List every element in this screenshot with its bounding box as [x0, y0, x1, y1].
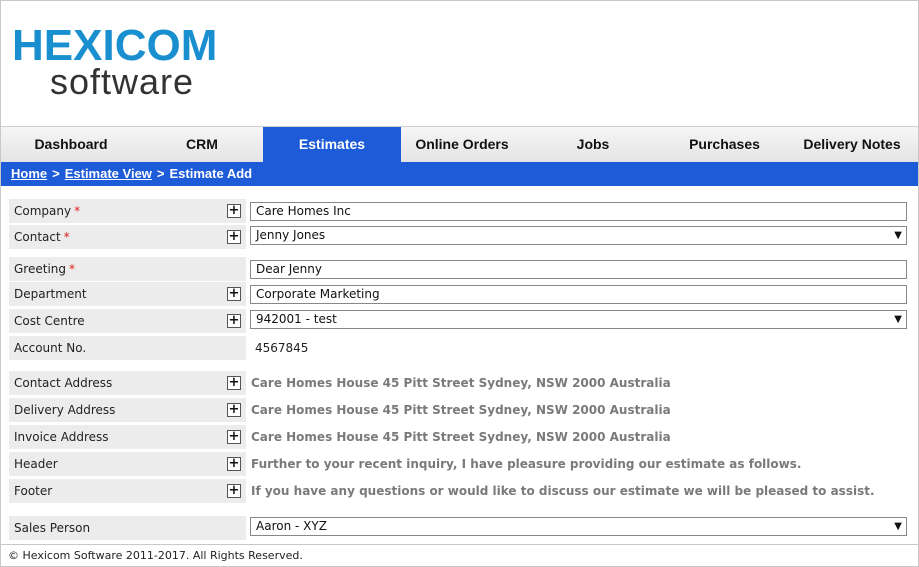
- breadcrumb-separator: >: [52, 166, 60, 181]
- nav-estimates[interactable]: Estimates: [263, 127, 401, 163]
- contact-address-label: Contact Address: [9, 371, 246, 395]
- account-no-label: Account No.: [9, 336, 246, 360]
- invoice-address-row: Invoice Address + Care Homes House 45 Pi…: [9, 425, 909, 449]
- contact-label: Contact *: [9, 225, 246, 249]
- department-input[interactable]: Corporate Marketing: [250, 285, 907, 304]
- nav-crm[interactable]: CRM: [141, 127, 263, 163]
- page-footer: © Hexicom Software 2011-2017. All Rights…: [1, 544, 918, 566]
- nav-purchases[interactable]: Purchases: [663, 127, 786, 163]
- cost-centre-select[interactable]: 942001 - test ▼: [250, 310, 907, 329]
- contact-select-value: Jenny Jones: [256, 228, 326, 242]
- header-label: Header: [9, 452, 246, 476]
- contact-select[interactable]: Jenny Jones ▼: [250, 226, 907, 245]
- header-value: Further to your recent inquiry, I have p…: [251, 457, 802, 471]
- delivery-address-value: Care Homes House 45 Pitt Street Sydney, …: [251, 403, 671, 417]
- invoice-address-label: Invoice Address: [9, 425, 246, 449]
- contact-label-text: Contact: [14, 230, 61, 244]
- header-row: Header + Further to your recent inquiry,…: [9, 452, 909, 476]
- footer-value: If you have any questions or would like …: [251, 484, 875, 498]
- breadcrumb-home-link[interactable]: Home: [11, 166, 47, 181]
- breadcrumb-separator: >: [156, 166, 165, 181]
- chevron-down-icon: ▼: [894, 314, 902, 325]
- breadcrumb-current: Estimate Add: [169, 166, 253, 181]
- footer-label: Footer: [9, 479, 246, 503]
- logo-sub: software: [50, 61, 195, 102]
- sales-person-row: Sales Person Aaron - XYZ ▼: [9, 516, 909, 540]
- nav-jobs[interactable]: Jobs: [523, 127, 663, 163]
- contact-row: Contact * + Jenny Jones ▼: [9, 225, 909, 249]
- footer-text-row: Footer + If you have any questions or wo…: [9, 479, 909, 503]
- company-label-text: Company: [14, 204, 72, 218]
- company-input[interactable]: Care Homes Inc: [250, 202, 907, 221]
- main-nav: Dashboard CRM Estimates Online Orders Jo…: [1, 126, 918, 163]
- required-marker: *: [69, 262, 75, 276]
- department-label: Department: [9, 282, 246, 306]
- greeting-label-text: Greeting: [14, 262, 66, 276]
- logo-brand: HEXICOM: [12, 21, 218, 70]
- add-invoice-address-plus-icon[interactable]: +: [227, 430, 241, 444]
- invoice-address-value: Care Homes House 45 Pitt Street Sydney, …: [251, 430, 671, 444]
- company-row: Company * + Care Homes Inc: [9, 199, 909, 223]
- add-company-plus-icon[interactable]: +: [227, 204, 241, 218]
- cost-centre-row: Cost Centre + 942001 - test ▼: [9, 309, 909, 333]
- delivery-address-label: Delivery Address: [9, 398, 246, 422]
- contact-address-value: Care Homes House 45 Pitt Street Sydney, …: [251, 376, 671, 390]
- account-no-row: Account No. 4567845: [9, 336, 909, 360]
- sales-person-select-value: Aaron - XYZ: [256, 519, 327, 533]
- cost-centre-label: Cost Centre: [9, 309, 246, 333]
- company-label: Company *: [9, 199, 246, 223]
- sales-person-label: Sales Person: [9, 516, 246, 540]
- cost-centre-select-value: 942001 - test: [256, 312, 337, 326]
- department-row: Department + Corporate Marketing: [9, 282, 909, 306]
- nav-delivery-notes[interactable]: Delivery Notes: [786, 127, 918, 163]
- required-marker: *: [63, 230, 70, 244]
- greeting-row: Greeting * Dear Jenny: [9, 257, 909, 281]
- add-contact-plus-icon[interactable]: +: [227, 230, 241, 244]
- add-department-plus-icon[interactable]: +: [227, 287, 241, 301]
- account-no-value: 4567845: [255, 341, 309, 355]
- greeting-label: Greeting *: [9, 257, 246, 281]
- add-cost-centre-plus-icon[interactable]: +: [227, 314, 241, 328]
- required-marker: *: [74, 204, 81, 218]
- breadcrumb-estimate-view-link[interactable]: Estimate View: [65, 166, 152, 181]
- sales-person-select[interactable]: Aaron - XYZ ▼: [250, 517, 907, 536]
- breadcrumb: Home > Estimate View > Estimate Add: [1, 162, 918, 186]
- nav-dashboard[interactable]: Dashboard: [1, 127, 141, 163]
- add-contact-address-plus-icon[interactable]: +: [227, 376, 241, 390]
- add-delivery-address-plus-icon[interactable]: +: [227, 403, 241, 417]
- add-header-plus-icon[interactable]: +: [227, 457, 241, 471]
- nav-online-orders[interactable]: Online Orders: [401, 127, 523, 163]
- greeting-input[interactable]: Dear Jenny: [250, 260, 907, 279]
- contact-address-row: Contact Address + Care Homes House 45 Pi…: [9, 371, 909, 395]
- chevron-down-icon: ▼: [894, 230, 902, 241]
- delivery-address-row: Delivery Address + Care Homes House 45 P…: [9, 398, 909, 422]
- chevron-down-icon: ▼: [894, 521, 902, 532]
- hexicom-logo[interactable]: HEXICOM software: [12, 21, 218, 102]
- add-footer-plus-icon[interactable]: +: [227, 484, 241, 498]
